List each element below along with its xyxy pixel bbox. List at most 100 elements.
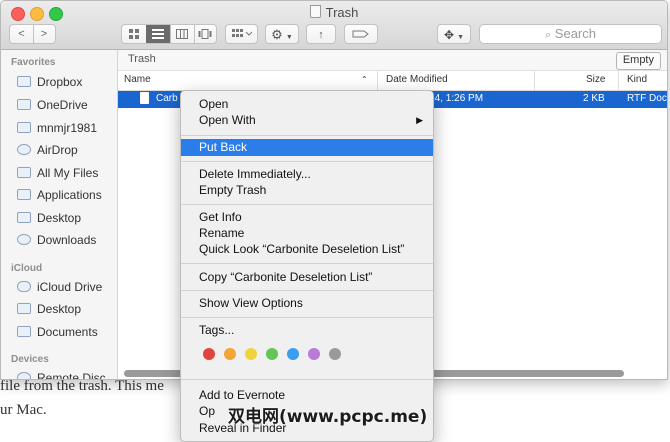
sidebar-item-remote-disc[interactable]: Remote Disc (17, 368, 106, 379)
rtf-file-icon (140, 92, 149, 104)
sidebar-item-label: Desktop (37, 211, 82, 225)
chevron-down-icon: ▼ (285, 34, 293, 41)
sidebar-item-onedrive[interactable]: OneDrive (17, 95, 88, 115)
menu-item-delete-immediately[interactable]: Delete Immediately... (181, 166, 433, 183)
arrange-button[interactable] (225, 24, 258, 44)
icon-view-icon[interactable] (122, 25, 147, 43)
sidebar-item-icloud-drive[interactable]: iCloud Drive (17, 277, 102, 297)
column-view-icon[interactable] (170, 25, 195, 43)
column-header: Name ⌃ Date Modified Size Kind (118, 71, 667, 91)
tag-red-dot[interactable] (203, 348, 215, 360)
list-view-icon[interactable] (146, 25, 171, 43)
title-bar: Trash < > ⚙ ▼ ↑ ✥ ▼ ⌕ Search (1, 1, 667, 50)
search-field[interactable]: ⌕ Search (479, 24, 662, 44)
menu-separator (181, 263, 433, 264)
search-icon: ⌕ (545, 29, 552, 41)
forward-button[interactable]: > (33, 25, 55, 43)
tag-yellow-dot[interactable] (245, 348, 257, 360)
sidebar-item-icloud-desktop[interactable]: Desktop (17, 299, 81, 319)
window-title: Trash (1, 5, 667, 20)
folder-icon (17, 99, 31, 110)
share-button[interactable]: ↑ (306, 24, 336, 44)
applications-icon (17, 189, 31, 200)
column-divider[interactable] (377, 71, 378, 90)
menu-item-tags[interactable]: Tags... (181, 322, 433, 339)
action-button[interactable]: ⚙ ▼ (265, 24, 299, 44)
menu-item-open[interactable]: Open (181, 96, 433, 113)
sidebar-item-downloads[interactable]: Downloads (17, 230, 96, 250)
menu-separator (181, 379, 433, 380)
sidebar-item-home[interactable]: mnmjr1981 (17, 118, 97, 138)
tag-gray-dot[interactable] (329, 348, 341, 360)
sidebar-item-dropbox[interactable]: Dropbox (17, 72, 82, 92)
downloads-icon (17, 234, 31, 245)
menu-item-open-with[interactable]: Open With ▶ (181, 112, 433, 129)
menu-item-label: Open With (199, 113, 256, 127)
column-date-modified[interactable]: Date Modified (386, 74, 448, 85)
back-button[interactable]: < (10, 25, 34, 43)
menu-item-show-view-options[interactable]: Show View Options (181, 295, 433, 312)
nav-buttons: < > (9, 24, 56, 44)
home-icon (17, 122, 31, 133)
sidebar-item-airdrop[interactable]: AirDrop (17, 140, 78, 160)
arrange-icon (231, 29, 252, 37)
row-kind: RTF Doc (627, 93, 667, 104)
desktop-icon (17, 303, 31, 314)
empty-trash-button[interactable]: Empty (615, 52, 661, 70)
menu-separator (181, 161, 433, 162)
path-label: Trash (128, 53, 156, 65)
sidebar-item-label: Downloads (37, 233, 97, 247)
column-kind[interactable]: Kind (627, 74, 647, 85)
menu-separator (181, 204, 433, 205)
sidebar-item-label: OneDrive (37, 98, 88, 112)
article-text-line-1: file from the trash. This me (0, 378, 164, 394)
column-size[interactable]: Size (586, 74, 605, 85)
sidebar-header-devices: Devices (11, 354, 49, 365)
column-divider[interactable] (618, 71, 619, 90)
sidebar-item-label: mnmjr1981 (37, 121, 98, 135)
trash-icon (309, 5, 321, 18)
menu-separator (181, 135, 433, 136)
menu-separator (181, 290, 433, 291)
sidebar-item-label: Dropbox (37, 75, 83, 89)
column-divider[interactable] (534, 71, 535, 90)
watermark: 双电网(www.pcpc.me) (228, 407, 428, 427)
tag-orange-dot[interactable] (224, 348, 236, 360)
sidebar: Favorites Dropbox OneDrive mnmjr1981 Air… (1, 50, 118, 379)
chevron-down-icon: ▼ (457, 34, 465, 41)
dropbox-icon: ✥ (443, 28, 455, 42)
sidebar-item-desktop[interactable]: Desktop (17, 208, 81, 228)
menu-item-quick-look[interactable]: Quick Look “Carbonite Deseletion List” (181, 241, 433, 258)
edit-tags-button[interactable] (344, 24, 378, 44)
cover-flow-icon[interactable] (194, 25, 216, 43)
tag-purple-dot[interactable] (308, 348, 320, 360)
cloud-icon (17, 281, 31, 292)
tag-icon (352, 30, 369, 38)
menu-item-put-back[interactable]: Put Back (181, 139, 433, 156)
menu-item-rename[interactable]: Rename (181, 225, 433, 242)
row-size: 2 KB (583, 93, 605, 104)
menu-item-copy[interactable]: Copy “Carbonite Deseletion List” (181, 269, 433, 286)
sidebar-item-applications[interactable]: Applications (17, 185, 102, 205)
menu-item-get-info[interactable]: Get Info (181, 209, 433, 226)
sort-ascending-icon: ⌃ (361, 75, 368, 84)
sidebar-item-label: Desktop (37, 302, 82, 316)
window-title-text: Trash (325, 5, 359, 20)
column-name[interactable]: Name (124, 74, 151, 85)
sidebar-item-documents[interactable]: Documents (17, 322, 98, 342)
submenu-arrow-icon: ▶ (416, 115, 423, 125)
dropbox-icon (17, 76, 31, 87)
tag-blue-dot[interactable] (287, 348, 299, 360)
dropbox-button[interactable]: ✥ ▼ (437, 24, 471, 44)
all-files-icon (17, 167, 31, 178)
row-name: Carb (156, 93, 178, 104)
documents-icon (17, 326, 31, 337)
path-bar: Trash Empty (118, 50, 667, 71)
menu-item-empty-trash[interactable]: Empty Trash (181, 182, 433, 199)
disc-icon (17, 372, 31, 379)
sidebar-item-all-my-files[interactable]: All My Files (17, 163, 98, 183)
share-icon: ↑ (318, 29, 324, 41)
tag-green-dot[interactable] (266, 348, 278, 360)
menu-separator (181, 317, 433, 318)
desktop-icon (17, 212, 31, 223)
